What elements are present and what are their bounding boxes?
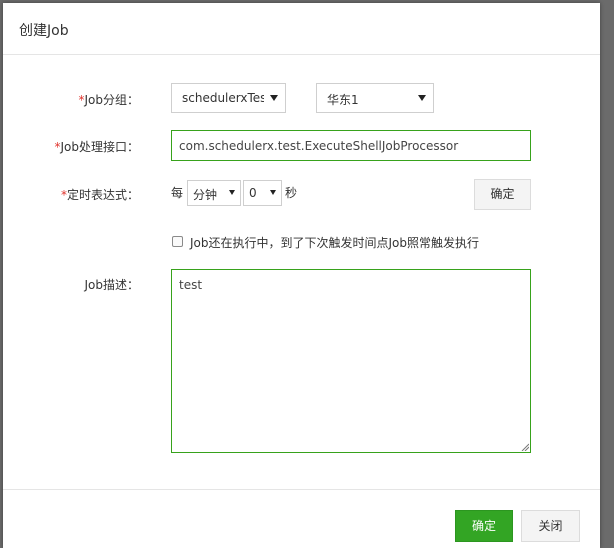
- cron-number-value: 0: [249, 186, 257, 200]
- cron-number-select[interactable]: 0: [243, 180, 282, 206]
- job-description-value: test: [179, 278, 203, 292]
- resize-grip-icon[interactable]: [521, 443, 529, 451]
- job-description-label: Job描述：: [84, 278, 140, 292]
- job-group-select[interactable]: schedulerxTest: [171, 83, 286, 113]
- cron-label: *定时表达式：: [60, 188, 139, 202]
- close-button[interactable]: 关闭: [521, 510, 580, 542]
- cron-unit-select[interactable]: 分钟: [187, 180, 241, 206]
- job-description-textarea[interactable]: test: [171, 269, 531, 453]
- cron-unit-value: 分钟: [193, 188, 218, 202]
- job-processor-input[interactable]: com.schedulerx.test.ExecuteShellJobProce…: [171, 130, 531, 161]
- cron-prefix: 每: [171, 186, 184, 200]
- overlap-checkbox[interactable]: [172, 236, 183, 247]
- chevron-down-icon: [229, 190, 235, 195]
- dialog-title: 创建Job: [19, 23, 69, 39]
- ok-button[interactable]: 确定: [455, 510, 513, 542]
- footer-divider: [3, 489, 600, 490]
- chevron-down-icon: [418, 95, 426, 101]
- job-processor-input-value: com.schedulerx.test.ExecuteShellJobProce…: [179, 139, 459, 153]
- dialog-header: 创建Job: [3, 3, 600, 55]
- job-group-select-value: schedulerxTest: [182, 91, 264, 105]
- cron-confirm-button[interactable]: 确定: [474, 179, 531, 210]
- job-processor-label: *Job处理接口：: [54, 140, 140, 154]
- region-select-value: 华东1: [327, 93, 359, 107]
- overlap-checkbox-label[interactable]: Job还在执行中，到了下次触发时间点Job照常触发执行: [190, 234, 479, 251]
- cron-suffix: 秒: [285, 186, 298, 200]
- job-group-label: *Job分组：: [78, 93, 140, 107]
- create-job-dialog: 创建Job *Job分组： schedulerxTest 华东1 *Job处理接…: [3, 3, 600, 548]
- chevron-down-icon: [270, 190, 276, 195]
- region-select[interactable]: 华东1: [316, 83, 434, 113]
- chevron-down-icon: [270, 95, 278, 101]
